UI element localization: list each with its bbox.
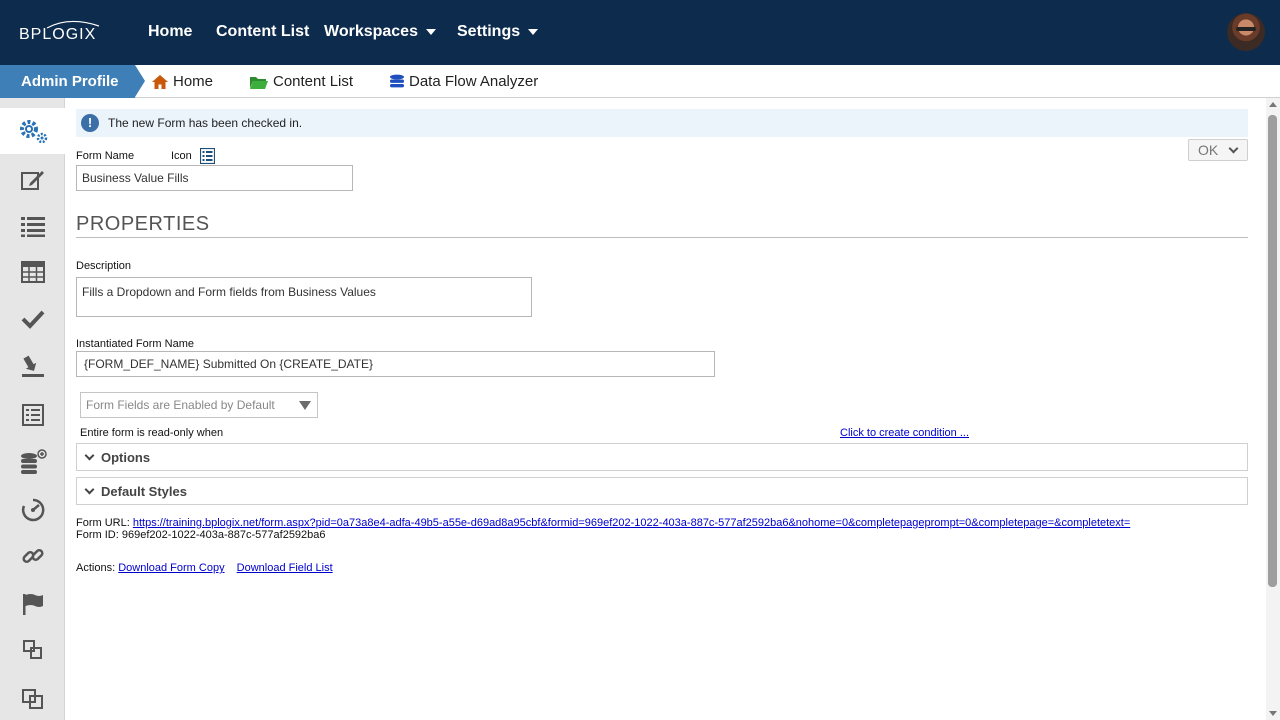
copy-icon bbox=[21, 689, 43, 709]
description-textarea[interactable]: Fills a Dropdown and Form fields from Bu… bbox=[76, 277, 532, 317]
dropdown-arrow-icon bbox=[299, 401, 311, 410]
nav-home[interactable]: Home bbox=[148, 23, 192, 41]
download-form-copy-link[interactable]: Download Form Copy bbox=[118, 562, 224, 574]
sidebar-item-table[interactable] bbox=[0, 249, 65, 295]
ok-button-label: OK bbox=[1198, 142, 1219, 158]
vertical-scrollbar[interactable] bbox=[1266, 98, 1280, 720]
duplicate-icon bbox=[22, 640, 42, 659]
home-icon bbox=[152, 75, 168, 90]
scroll-down-arrow-icon[interactable] bbox=[1269, 711, 1277, 716]
gears-icon bbox=[19, 120, 47, 144]
notification-banner: ! The new Form has been checked in. bbox=[76, 109, 1248, 137]
download-icon bbox=[21, 355, 44, 377]
list-icon bbox=[20, 217, 45, 237]
breadcrumb-bar: Admin Profile Home Content List Data Flo… bbox=[0, 65, 1280, 98]
nav-settings-label: Settings bbox=[457, 23, 521, 40]
form-list-icon bbox=[21, 404, 44, 426]
sidebar-item-download[interactable] bbox=[0, 343, 65, 389]
description-label: Description bbox=[76, 260, 132, 272]
create-condition-link[interactable]: Click to create condition ... bbox=[840, 427, 969, 439]
sidebar-item-link[interactable] bbox=[0, 533, 65, 579]
nav-settings[interactable]: Settings bbox=[457, 23, 539, 41]
form-name-label: Form Name bbox=[76, 150, 135, 162]
options-panel-title: Options bbox=[101, 450, 151, 465]
chevron-down-icon bbox=[425, 28, 436, 35]
notification-message: The new Form has been checked in. bbox=[108, 116, 303, 130]
default-styles-panel-header[interactable]: Default Styles bbox=[76, 477, 1248, 505]
flag-icon bbox=[22, 594, 43, 615]
subnav-home-label: Home bbox=[173, 73, 214, 90]
sidebar-item-list[interactable] bbox=[0, 203, 65, 249]
form-icon-picker-icon[interactable] bbox=[200, 148, 215, 164]
options-panel-header[interactable]: Options bbox=[76, 443, 1248, 471]
icon-label: Icon bbox=[171, 150, 192, 162]
admin-profile-tab[interactable]: Admin Profile bbox=[0, 65, 145, 98]
instantiated-form-name-label: Instantiated Form Name bbox=[76, 338, 194, 350]
chevron-down-icon bbox=[84, 450, 95, 461]
form-id-label: Form ID: bbox=[76, 529, 119, 541]
download-field-list-link[interactable]: Download Field List bbox=[237, 562, 333, 574]
database-add-icon bbox=[20, 449, 47, 474]
sidebar-item-copy[interactable] bbox=[0, 676, 65, 720]
sidebar-item-form-list[interactable] bbox=[0, 392, 65, 438]
form-fields-enabled-select[interactable]: Form Fields are Enabled by Default bbox=[80, 392, 318, 418]
sidebar-item-flag[interactable] bbox=[0, 581, 65, 627]
user-avatar[interactable] bbox=[1227, 13, 1265, 51]
instantiated-form-name-input[interactable]: {FORM_DEF_NAME} Submitted On {CREATE_DAT… bbox=[76, 351, 715, 377]
chevron-down-icon bbox=[1228, 143, 1239, 154]
check-icon bbox=[21, 310, 44, 329]
chevron-down-icon bbox=[528, 28, 539, 35]
edit-icon bbox=[20, 171, 44, 190]
section-title-properties: PROPERTIES bbox=[76, 213, 210, 235]
form-url-row: Form URL: https://training.bplogix.net/f… bbox=[76, 517, 1130, 529]
form-name-input[interactable]: Business Value Fills bbox=[76, 165, 353, 191]
logo-text: BPLOGIX bbox=[19, 26, 97, 43]
nav-workspaces-label: Workspaces bbox=[324, 23, 418, 40]
form-id-row: Form ID: 969ef202-1022-403a-887c-577af25… bbox=[76, 529, 326, 541]
form-url-label: Form URL: bbox=[76, 517, 130, 529]
sidebar-item-properties[interactable] bbox=[0, 108, 65, 154]
sidebar-item-edit[interactable] bbox=[0, 157, 65, 203]
chevron-down-icon bbox=[84, 484, 95, 495]
top-navigation-bar: BPLOGIX Home Content List Workspaces Set… bbox=[0, 0, 1280, 65]
sidebar-item-duplicate[interactable] bbox=[0, 627, 65, 673]
section-divider bbox=[76, 237, 1248, 238]
subnav-data-flow-analyzer-label: Data Flow Analyzer bbox=[409, 73, 539, 90]
form-url-link[interactable]: https://training.bplogix.net/form.aspx?p… bbox=[133, 517, 1130, 529]
scroll-up-arrow-icon[interactable] bbox=[1269, 102, 1277, 107]
info-icon: ! bbox=[81, 114, 99, 132]
form-fields-enabled-select-value: Form Fields are Enabled by Default bbox=[86, 398, 275, 412]
nav-workspaces[interactable]: Workspaces bbox=[324, 23, 436, 41]
actions-label: Actions: bbox=[76, 562, 116, 574]
sidebar-item-dashboard[interactable] bbox=[0, 487, 65, 533]
form-id-value: 969ef202-1022-403a-887c-577af2592ba6 bbox=[121, 529, 326, 541]
table-icon bbox=[20, 261, 45, 283]
subnav-home[interactable]: Home bbox=[151, 65, 213, 98]
dashboard-icon bbox=[21, 498, 44, 522]
left-sidebar bbox=[0, 98, 65, 720]
database-icon bbox=[390, 74, 404, 88]
subnav-data-flow-analyzer[interactable]: Data Flow Analyzer bbox=[389, 65, 538, 98]
actions-row: Actions: Download Form Copy Download Fie… bbox=[76, 562, 333, 574]
bplogix-logo[interactable]: BPLOGIX bbox=[19, 20, 109, 46]
default-styles-panel-title: Default Styles bbox=[101, 484, 187, 499]
main-content: ! The new Form has been checked in. OK F… bbox=[66, 98, 1266, 720]
folder-icon bbox=[250, 77, 268, 90]
subnav-content-list-label: Content List bbox=[273, 73, 354, 90]
subnav-content-list[interactable]: Content List bbox=[249, 65, 353, 98]
nav-content-list[interactable]: Content List bbox=[216, 23, 309, 41]
scrollbar-thumb[interactable] bbox=[1268, 115, 1277, 587]
ok-button[interactable]: OK bbox=[1188, 139, 1248, 161]
sidebar-item-database-add[interactable] bbox=[0, 439, 65, 485]
readonly-label: Entire form is read-only when bbox=[80, 427, 224, 439]
link-icon bbox=[21, 548, 44, 564]
sidebar-item-check[interactable] bbox=[0, 296, 65, 342]
